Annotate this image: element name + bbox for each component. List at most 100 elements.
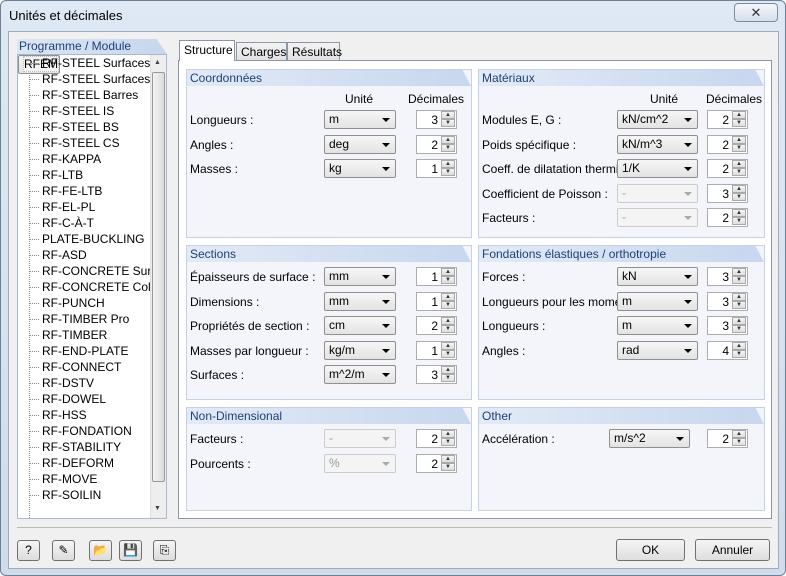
module-item[interactable]: RF-END-PLATE bbox=[18, 343, 152, 359]
decimals-stepper[interactable]: 3 ▲ ▼ bbox=[416, 365, 457, 384]
save-button[interactable]: 💾 bbox=[119, 540, 142, 561]
module-item[interactable]: RF-FONDATION bbox=[18, 423, 152, 439]
stepper-down-icon[interactable]: ▼ bbox=[441, 325, 455, 333]
unit-select[interactable]: mm bbox=[324, 267, 396, 286]
stepper-up-icon[interactable]: ▲ bbox=[441, 430, 455, 438]
stepper-up-icon[interactable]: ▲ bbox=[732, 342, 746, 350]
decimals-stepper[interactable]: 1 ▲ ▼ bbox=[416, 292, 457, 311]
decimals-stepper[interactable]: 3 ▲ ▼ bbox=[707, 292, 748, 311]
ok-button[interactable]: OK bbox=[616, 539, 685, 561]
module-item[interactable]: RF-ASD bbox=[18, 247, 152, 263]
unit-select[interactable]: kN bbox=[617, 267, 698, 286]
stepper-up-icon[interactable]: ▲ bbox=[441, 268, 455, 276]
stepper-down-icon[interactable]: ▼ bbox=[732, 193, 746, 201]
stepper-down-icon[interactable]: ▼ bbox=[732, 217, 746, 225]
module-item[interactable]: RF-STEEL IS bbox=[18, 103, 152, 119]
stepper-up-icon[interactable]: ▲ bbox=[441, 136, 455, 144]
stepper-down-icon[interactable]: ▼ bbox=[441, 276, 455, 284]
stepper-up-icon[interactable]: ▲ bbox=[732, 185, 746, 193]
decimals-stepper[interactable]: 2 ▲ ▼ bbox=[707, 208, 748, 227]
unit-select[interactable]: kg/m bbox=[324, 341, 396, 360]
module-item[interactable]: RF-STEEL BS bbox=[18, 119, 152, 135]
unit-select[interactable]: kg bbox=[324, 159, 396, 178]
module-item[interactable]: PLATE-BUCKLING bbox=[18, 231, 152, 247]
module-item[interactable]: RF-SOILIN bbox=[18, 487, 152, 503]
tab-charges[interactable]: Charges bbox=[236, 42, 287, 61]
unit-select[interactable]: cm bbox=[324, 316, 396, 335]
stepper-up-icon[interactable]: ▲ bbox=[732, 293, 746, 301]
module-item[interactable]: RF-DOWEL bbox=[18, 391, 152, 407]
module-item[interactable]: RF-STABILITY bbox=[18, 439, 152, 455]
module-item[interactable]: RF-CONCRETE Colum bbox=[18, 279, 152, 295]
module-item[interactable]: RF-PUNCH bbox=[18, 295, 152, 311]
unit-select[interactable]: m bbox=[324, 110, 396, 129]
decimals-stepper[interactable]: 1 ▲ ▼ bbox=[416, 159, 457, 178]
help-button[interactable]: ? bbox=[17, 540, 40, 561]
unit-select[interactable]: kN/cm^2 bbox=[617, 110, 698, 129]
tab-structure[interactable]: Structure bbox=[179, 40, 235, 61]
stepper-up-icon[interactable]: ▲ bbox=[732, 111, 746, 119]
stepper-down-icon[interactable]: ▼ bbox=[441, 119, 455, 127]
stepper-up-icon[interactable]: ▲ bbox=[441, 317, 455, 325]
scroll-down-icon[interactable]: ▼ bbox=[154, 505, 161, 512]
stepper-up-icon[interactable]: ▲ bbox=[732, 136, 746, 144]
stepper-down-icon[interactable]: ▼ bbox=[441, 301, 455, 309]
decimals-stepper[interactable]: 3 ▲ ▼ bbox=[416, 110, 457, 129]
stepper-up-icon[interactable]: ▲ bbox=[441, 366, 455, 374]
stepper-down-icon[interactable]: ▼ bbox=[441, 168, 455, 176]
stepper-down-icon[interactable]: ▼ bbox=[732, 119, 746, 127]
stepper-up-icon[interactable]: ▲ bbox=[732, 160, 746, 168]
stepper-up-icon[interactable]: ▲ bbox=[732, 268, 746, 276]
stepper-up-icon[interactable]: ▲ bbox=[732, 430, 746, 438]
stepper-down-icon[interactable]: ▼ bbox=[732, 350, 746, 358]
export-button[interactable]: ⎘ bbox=[153, 540, 176, 561]
cancel-button[interactable]: Annuler bbox=[695, 539, 770, 561]
stepper-down-icon[interactable]: ▼ bbox=[732, 438, 746, 446]
module-item[interactable]: RF-STEEL Surfaces (2 bbox=[18, 55, 152, 71]
stepper-up-icon[interactable]: ▲ bbox=[441, 455, 455, 463]
decimals-stepper[interactable]: 1 ▲ ▼ bbox=[416, 341, 457, 360]
module-item[interactable]: RF-C-À-T bbox=[18, 215, 152, 231]
stepper-down-icon[interactable]: ▼ bbox=[732, 144, 746, 152]
unit-select[interactable]: m bbox=[617, 292, 698, 311]
module-item[interactable]: RF-TIMBER bbox=[18, 327, 152, 343]
module-item[interactable]: RF-HSS bbox=[18, 407, 152, 423]
unit-select[interactable]: rad bbox=[617, 341, 698, 360]
decimals-stepper[interactable]: 2 ▲ ▼ bbox=[416, 429, 457, 448]
stepper-down-icon[interactable]: ▼ bbox=[732, 168, 746, 176]
stepper-down-icon[interactable]: ▼ bbox=[732, 276, 746, 284]
module-item[interactable]: RF-STEEL Barres bbox=[18, 87, 152, 103]
module-item[interactable]: RF-CONNECT bbox=[18, 359, 152, 375]
decimals-stepper[interactable]: 2 ▲ ▼ bbox=[707, 110, 748, 129]
stepper-down-icon[interactable]: ▼ bbox=[732, 301, 746, 309]
unit-select[interactable]: 1/K bbox=[617, 159, 698, 178]
scroll-up-icon[interactable]: ▲ bbox=[154, 59, 161, 66]
module-item[interactable]: RF-FE-LTB bbox=[18, 183, 152, 199]
module-item[interactable]: RF-MOVE bbox=[18, 471, 152, 487]
module-item[interactable]: RF-STEEL Surfaces bbox=[18, 71, 152, 87]
decimals-stepper[interactable]: 2 ▲ ▼ bbox=[707, 135, 748, 154]
module-item[interactable]: RF-STEEL CS bbox=[18, 135, 152, 151]
decimals-stepper[interactable]: 2 ▲ ▼ bbox=[416, 135, 457, 154]
stepper-down-icon[interactable]: ▼ bbox=[441, 144, 455, 152]
module-item[interactable]: RF-EL-PL bbox=[18, 199, 152, 215]
stepper-down-icon[interactable]: ▼ bbox=[441, 463, 455, 471]
stepper-down-icon[interactable]: ▼ bbox=[441, 350, 455, 358]
open-folder-button[interactable]: 📂 bbox=[89, 540, 112, 561]
decimals-stepper[interactable]: 2 ▲ ▼ bbox=[707, 159, 748, 178]
unit-select[interactable]: m bbox=[617, 316, 698, 335]
stepper-down-icon[interactable]: ▼ bbox=[732, 325, 746, 333]
decimals-stepper[interactable]: 1 ▲ ▼ bbox=[416, 267, 457, 286]
unit-select[interactable]: kN/m^3 bbox=[617, 135, 698, 154]
decimals-stepper[interactable]: 2 ▲ ▼ bbox=[416, 316, 457, 335]
tree-scrollbar[interactable]: ▲ ▼ bbox=[150, 55, 166, 518]
stepper-up-icon[interactable]: ▲ bbox=[441, 293, 455, 301]
decimals-stepper[interactable]: 3 ▲ ▼ bbox=[707, 267, 748, 286]
decimals-stepper[interactable]: 2 ▲ ▼ bbox=[416, 454, 457, 473]
stepper-up-icon[interactable]: ▲ bbox=[441, 342, 455, 350]
module-item[interactable]: RF-DEFORM bbox=[18, 455, 152, 471]
unit-select[interactable]: deg bbox=[324, 135, 396, 154]
stepper-up-icon[interactable]: ▲ bbox=[441, 111, 455, 119]
unit-select[interactable]: mm bbox=[324, 292, 396, 311]
scrollbar-thumb[interactable] bbox=[152, 72, 165, 482]
